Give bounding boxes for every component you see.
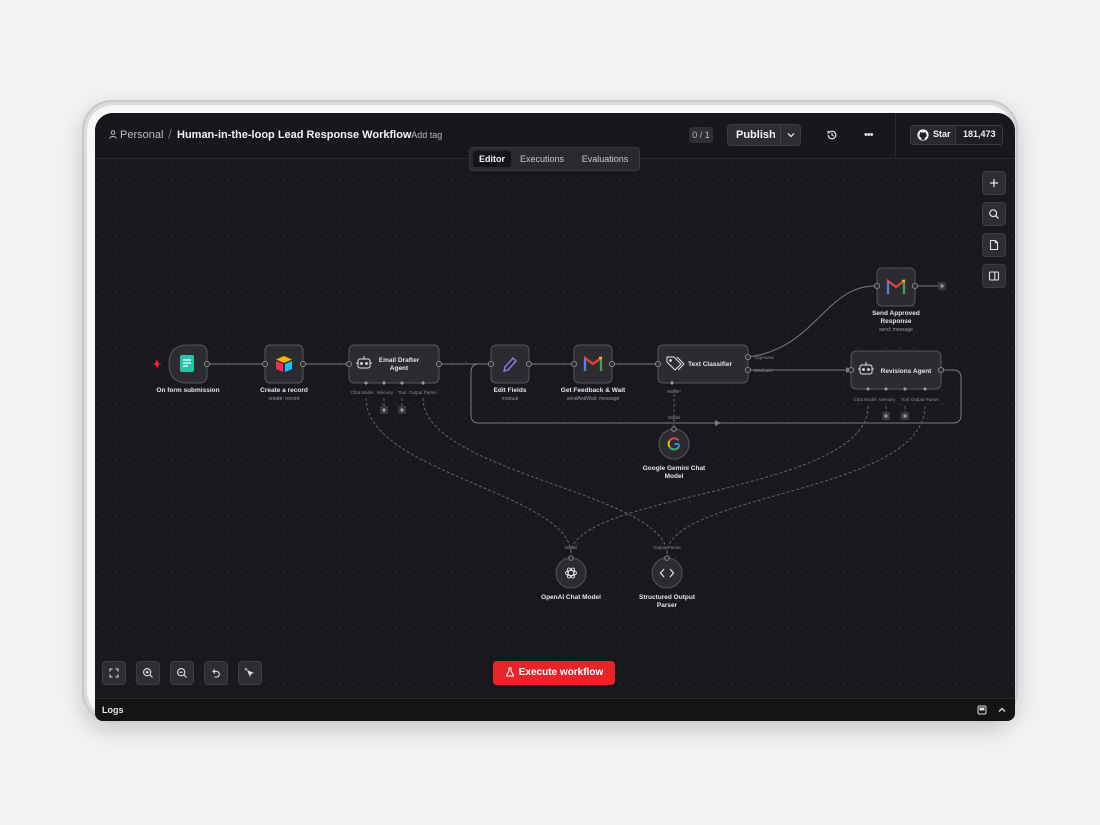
port-model-required: Model* bbox=[667, 389, 681, 394]
node-email-drafter-agent[interactable]: Email Drafter Agent Chat Model Memory To… bbox=[345, 344, 443, 395]
loop-arrow-icon bbox=[715, 420, 721, 426]
node-label-line2: Response bbox=[880, 318, 911, 325]
zoom-in-icon bbox=[143, 668, 153, 678]
node-label: Get Feedback & Wait bbox=[561, 387, 626, 394]
port-tool: Tool bbox=[901, 397, 909, 402]
tidy-up-button[interactable] bbox=[238, 661, 262, 685]
port-chat-model: Chat Model bbox=[350, 390, 373, 395]
add-tool-button[interactable] bbox=[901, 412, 909, 420]
node-label: Create a record bbox=[260, 387, 308, 394]
port-memory: Memory bbox=[879, 397, 896, 402]
node-on-form-submission[interactable]: On form submission bbox=[153, 344, 220, 394]
execute-label: Execute workflow bbox=[518, 667, 604, 678]
node-label: OpenAI Chat Model bbox=[541, 594, 601, 601]
chevron-up-icon[interactable] bbox=[997, 705, 1007, 715]
node-label-line1: Structured Output bbox=[639, 594, 696, 601]
node-subtitle: manual bbox=[502, 396, 518, 402]
app-screen: Personal / Human-in-the-loop Lead Respon… bbox=[95, 113, 1015, 721]
connection-openai-revisions bbox=[570, 405, 869, 555]
output-approved: Approved bbox=[754, 355, 774, 360]
port-memory: Memory bbox=[377, 390, 394, 395]
node-get-feedback-and-wait[interactable]: Get Feedback & Wait sendAndWait: message bbox=[561, 344, 626, 402]
flask-icon bbox=[505, 667, 514, 677]
node-label-line1: Send Approved bbox=[872, 310, 920, 317]
execute-workflow-button[interactable]: Execute workflow bbox=[493, 661, 615, 685]
logs-panel-bar[interactable]: Logs bbox=[95, 698, 1015, 721]
undo-button[interactable] bbox=[204, 661, 228, 685]
connection-approved-send bbox=[747, 285, 876, 358]
node-label: Edit Fields bbox=[494, 387, 527, 394]
connection-openai-drafter bbox=[365, 397, 572, 555]
port-model: Model bbox=[565, 545, 577, 550]
node-label-line1: Google Gemini Chat bbox=[643, 465, 706, 472]
add-next-node-button[interactable] bbox=[938, 282, 946, 290]
logs-label: Logs bbox=[102, 705, 124, 715]
node-structured-output-parser[interactable]: Output Parser Structured Output Parser bbox=[639, 545, 696, 609]
node-create-a-record[interactable]: Create a record create: record bbox=[260, 344, 308, 402]
fit-view-icon bbox=[109, 668, 119, 678]
node-label: On form submission bbox=[156, 387, 219, 394]
node-label-line2: Model bbox=[665, 473, 684, 480]
node-label: Revisions Agent bbox=[881, 368, 933, 375]
tablet-bezel: Personal / Human-in-the-loop Lead Respon… bbox=[87, 105, 1015, 721]
workflow-graph: On form submission Create a record creat… bbox=[153, 267, 962, 609]
zoom-in-button[interactable] bbox=[136, 661, 160, 685]
node-subtitle: send: message bbox=[879, 327, 913, 333]
fit-view-button[interactable] bbox=[102, 661, 126, 685]
node-label-line2: Agent bbox=[390, 365, 409, 372]
cursor-sparkle-icon bbox=[244, 668, 254, 677]
port-model: Model bbox=[668, 415, 680, 420]
port-chat-model: Chat Model bbox=[853, 397, 876, 402]
connection-parser-drafter bbox=[422, 397, 668, 555]
node-send-approved-response[interactable]: Send Approved Response send: message bbox=[872, 267, 920, 333]
output-declined: Declined bbox=[754, 368, 772, 373]
node-revisions-agent[interactable]: Revisions Agent Chat Model Memory Tool O… bbox=[847, 350, 945, 402]
zoom-out-icon bbox=[177, 668, 187, 678]
node-text-classifier[interactable]: Text Classifier Approved Declined Model*… bbox=[654, 344, 774, 420]
node-label: Text Classifier bbox=[688, 361, 732, 368]
trigger-bolt-icon bbox=[153, 359, 161, 369]
node-subtitle: sendAndWait: message bbox=[567, 396, 620, 402]
tablet-frame: Personal / Human-in-the-loop Lead Respon… bbox=[82, 100, 1018, 722]
port-output-parser: Output Parser bbox=[911, 397, 940, 402]
port-tool: Tool bbox=[398, 390, 406, 395]
node-label-line1: Email Drafter bbox=[379, 357, 420, 364]
node-subtitle: create: record bbox=[269, 396, 300, 402]
node-label-line2: Parser bbox=[657, 602, 678, 609]
port-output-parser: Output Parser bbox=[409, 390, 438, 395]
node-google-gemini-chat-model[interactable]: Google Gemini Chat Model bbox=[643, 426, 706, 480]
add-memory-button[interactable] bbox=[380, 406, 388, 414]
logs-panel-icon[interactable] bbox=[977, 705, 987, 715]
add-memory-button[interactable] bbox=[882, 412, 890, 420]
node-edit-fields[interactable]: Edit Fields manual bbox=[487, 344, 533, 402]
zoom-out-button[interactable] bbox=[170, 661, 194, 685]
connection-parser-revisions bbox=[666, 405, 926, 555]
port-output-parser: Output Parser bbox=[653, 545, 682, 550]
add-tool-button[interactable] bbox=[398, 406, 406, 414]
undo-icon bbox=[212, 669, 220, 678]
